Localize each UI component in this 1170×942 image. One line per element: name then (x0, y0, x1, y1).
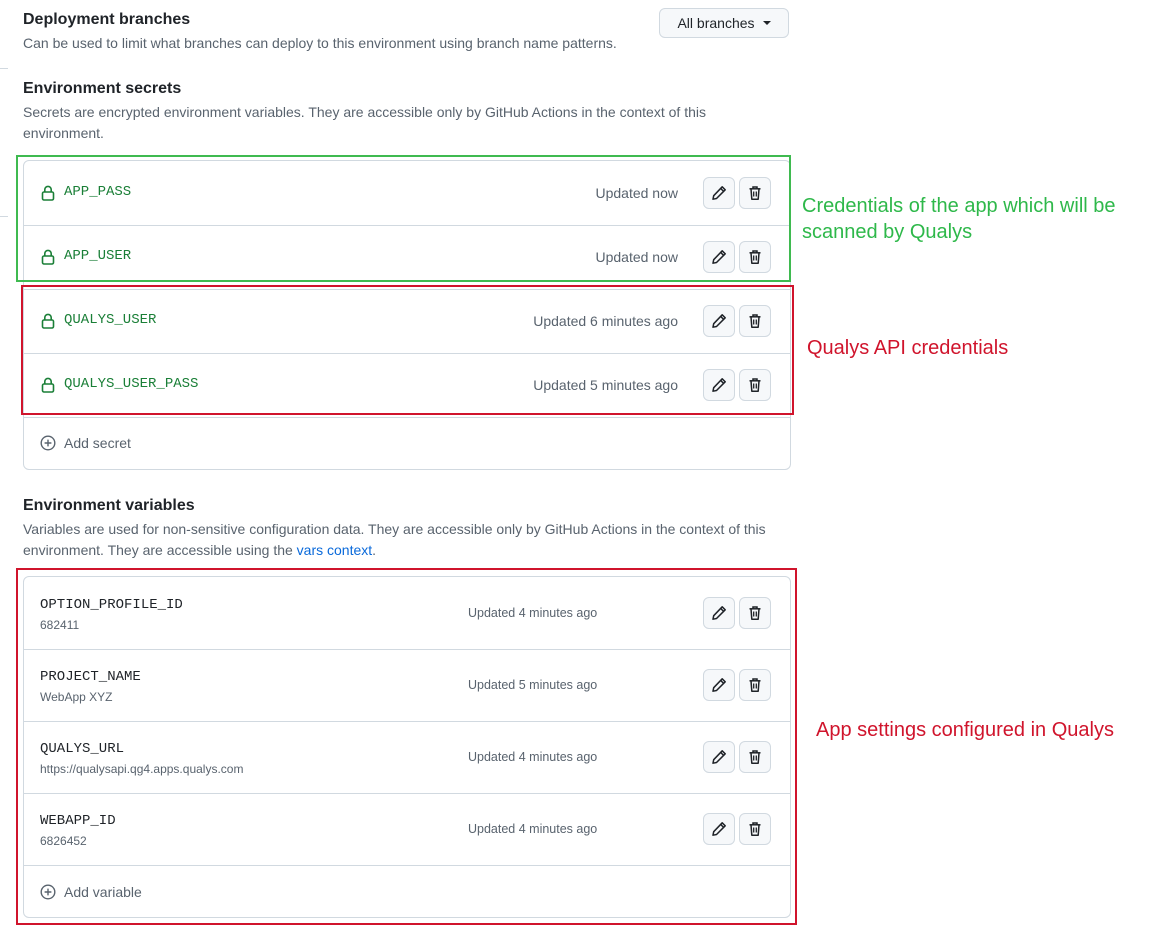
environment-variables-description: Variables are used for non-sensitive con… (23, 519, 783, 561)
environment-secrets-title: Environment secrets (23, 80, 182, 97)
environment-secrets-description: Secrets are encrypted environment variab… (23, 104, 706, 141)
app-credentials-annotation: Credentials of the app which will be sca… (802, 195, 1116, 243)
description-period: . (372, 542, 377, 558)
description-text: Variables are used for non-sensitive con… (23, 521, 766, 558)
deployment-branches-description: Can be used to limit what branches can d… (23, 35, 617, 51)
add-secret-label: Add secret (64, 435, 131, 451)
qualys-api-highlight (21, 285, 794, 415)
branches-dropdown-button[interactable]: All branches (659, 8, 789, 38)
deployment-branches-title: Deployment branches (23, 11, 191, 28)
app-credentials-highlight (16, 155, 791, 282)
qualys-api-annotation: Qualys API credentials (807, 337, 1009, 359)
dropdown-label: All branches (677, 15, 755, 31)
app-settings-highlight (16, 568, 797, 925)
divider (0, 216, 8, 217)
vars-context-link[interactable]: vars context (297, 542, 372, 558)
plus-circle-icon (40, 435, 56, 451)
triangle-down-icon (762, 21, 771, 25)
add-secret-button[interactable]: Add secret (40, 435, 131, 451)
divider (0, 68, 8, 69)
app-settings-annotation: App settings configured in Qualys (816, 719, 1114, 741)
environment-variables-title: Environment variables (23, 497, 195, 514)
